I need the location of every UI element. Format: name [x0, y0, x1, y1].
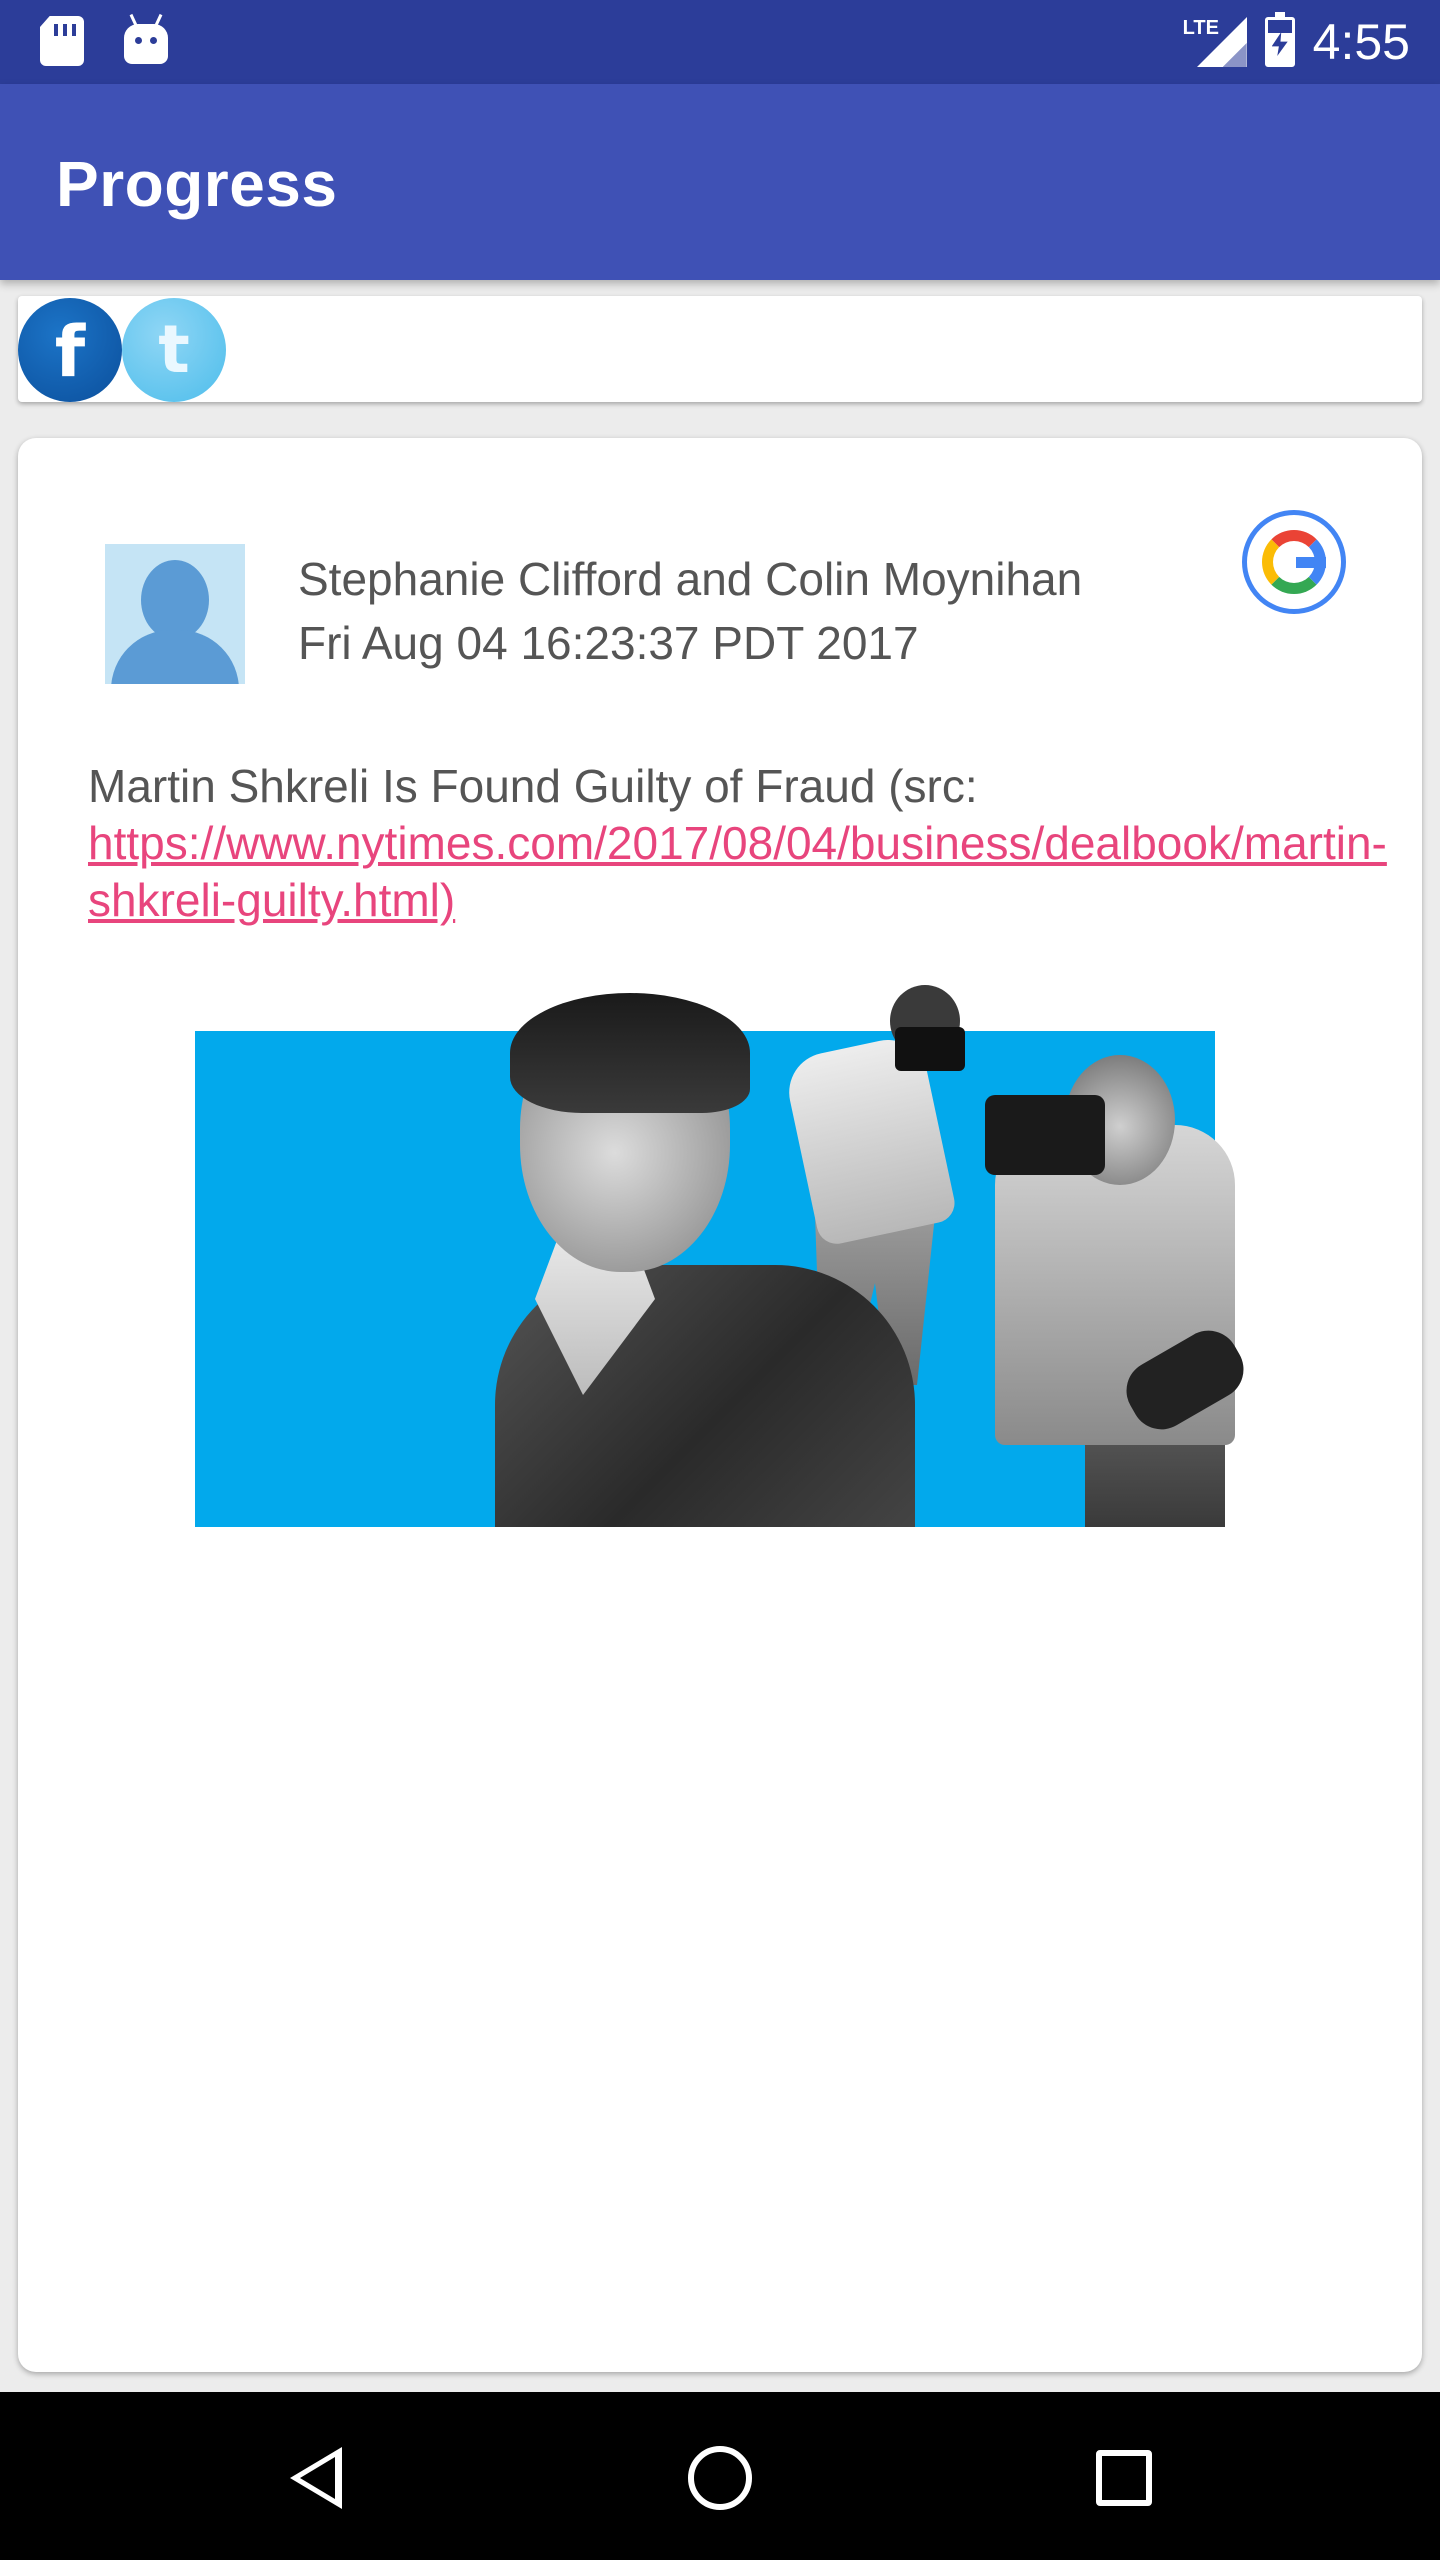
sd-card-icon	[40, 16, 84, 66]
article-image[interactable]	[195, 985, 1263, 1527]
headline-text: Martin Shkreli Is Found Guilty of Fraud …	[88, 760, 978, 812]
post-date: Fri Aug 04 16:23:37 PDT 2017	[298, 617, 919, 669]
app-bar: Progress	[0, 84, 1440, 280]
post-author: Stephanie Clifford and Colin Moynihan	[298, 553, 1083, 605]
recents-button[interactable]	[1096, 2450, 1152, 2506]
back-icon	[290, 2447, 342, 2509]
twitter-icon: t	[158, 311, 190, 388]
share-bar: f t	[18, 296, 1422, 402]
article-link[interactable]: https://www.nytimes.com/2017/08/04/busin…	[88, 817, 1387, 926]
status-clock: 4:55	[1312, 14, 1410, 70]
facebook-icon: f	[54, 311, 86, 393]
notification-icons	[40, 13, 168, 66]
status-bar: LTE 4:55	[0, 0, 1440, 84]
home-button[interactable]	[688, 2446, 752, 2510]
post-card[interactable]: Stephanie Clifford and Colin Moynihan Fr…	[18, 438, 1422, 2372]
google-icon	[1242, 510, 1346, 614]
twitter-share-button[interactable]: t	[122, 298, 226, 402]
system-icons: LTE 4:55	[1183, 0, 1410, 84]
post-headline: Martin Shkreli Is Found Guilty of Fraud …	[88, 758, 1387, 929]
back-button[interactable]	[284, 2446, 348, 2510]
page-title: Progress	[56, 148, 338, 220]
avatar	[105, 544, 245, 684]
android-icon	[124, 13, 168, 64]
facebook-share-button[interactable]: f	[18, 298, 122, 402]
battery-charging-icon	[1264, 12, 1295, 67]
navigation-bar	[0, 2392, 1440, 2560]
lte-signal-icon: LTE	[1183, 17, 1247, 67]
